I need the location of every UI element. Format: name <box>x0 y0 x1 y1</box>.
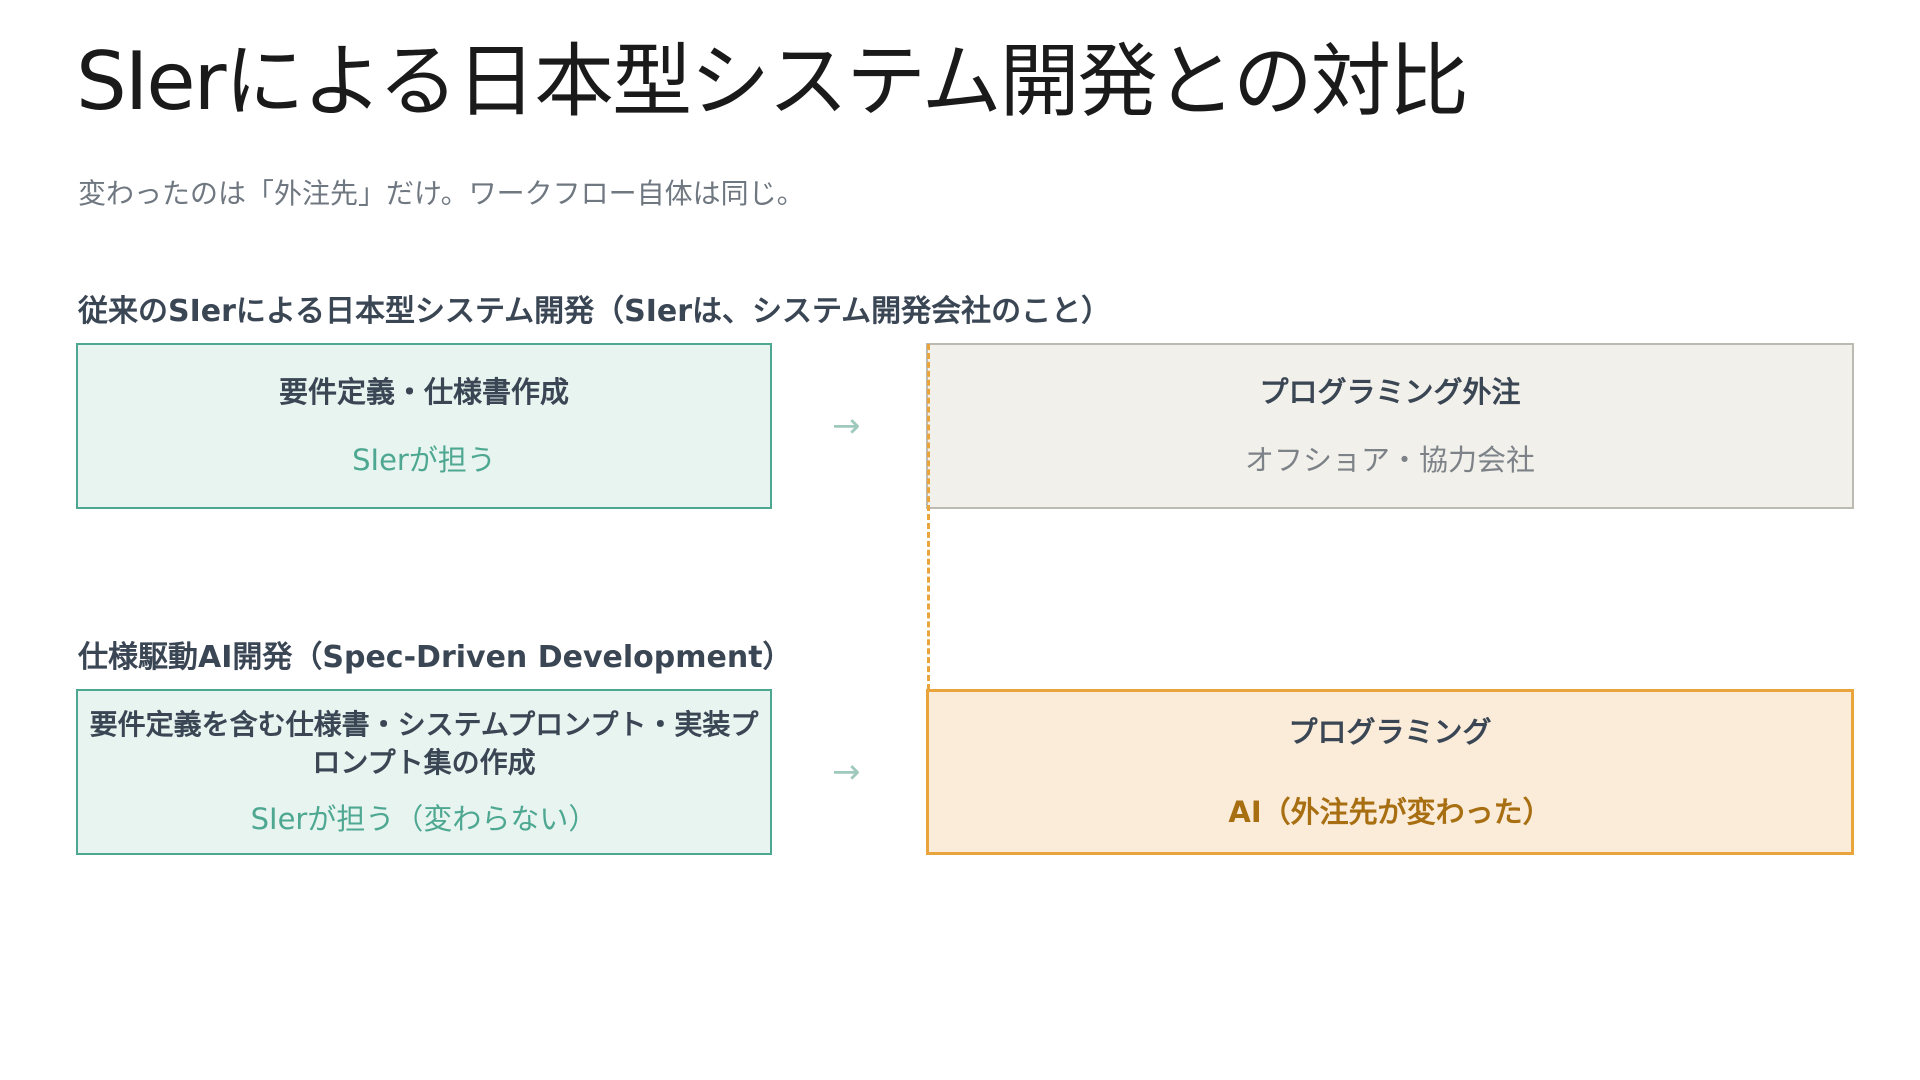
traditional-spec-heading: 要件定義・仕様書作成 <box>278 375 569 410</box>
traditional-outsourcing-heading: プログラミング外注 <box>1259 375 1521 410</box>
sdd-spec-owner: SIerが担う（変わらない） <box>250 801 598 836</box>
sdd-flow-arrow-icon: → <box>832 752 861 792</box>
traditional-spec-owner: SIerが担う <box>352 442 496 477</box>
sdd-spec-box: 要件定義を含む仕様書・システムプロンプト・実装プロンプト集の作成 SIerが担う… <box>76 689 772 855</box>
sdd-programming-heading: プログラミング <box>1288 715 1492 750</box>
sdd-programming-box: プログラミング AI（外注先が変わった） <box>926 689 1854 855</box>
traditional-outsourcing-box: プログラミング外注 オフショア・協力会社 <box>926 343 1854 509</box>
traditional-spec-box: 要件定義・仕様書作成 SIerが担う <box>76 343 772 509</box>
page-subtitle: 変わったのは「外注先」だけ。ワークフロー自体は同じ。 <box>78 177 805 210</box>
sdd-section-label: 仕様駆動AI開発（Spec-Driven Development） <box>78 640 793 675</box>
traditional-outsourcing-vendor: オフショア・協力会社 <box>1244 442 1535 477</box>
traditional-section-label: 従来のSIerによる日本型システム開発（SIerは、システム開発会社のこと） <box>78 294 1112 329</box>
sdd-spec-heading: 要件定義を含む仕様書・システムプロンプト・実装プロンプト集の作成 <box>89 708 759 779</box>
connector-dashed-line <box>927 344 930 690</box>
traditional-flow-arrow-icon: → <box>832 406 861 446</box>
page-title: SIerによる日本型システム開発との対比 <box>76 35 1469 128</box>
sdd-programming-executor: AI（外注先が変わった） <box>1228 794 1552 829</box>
